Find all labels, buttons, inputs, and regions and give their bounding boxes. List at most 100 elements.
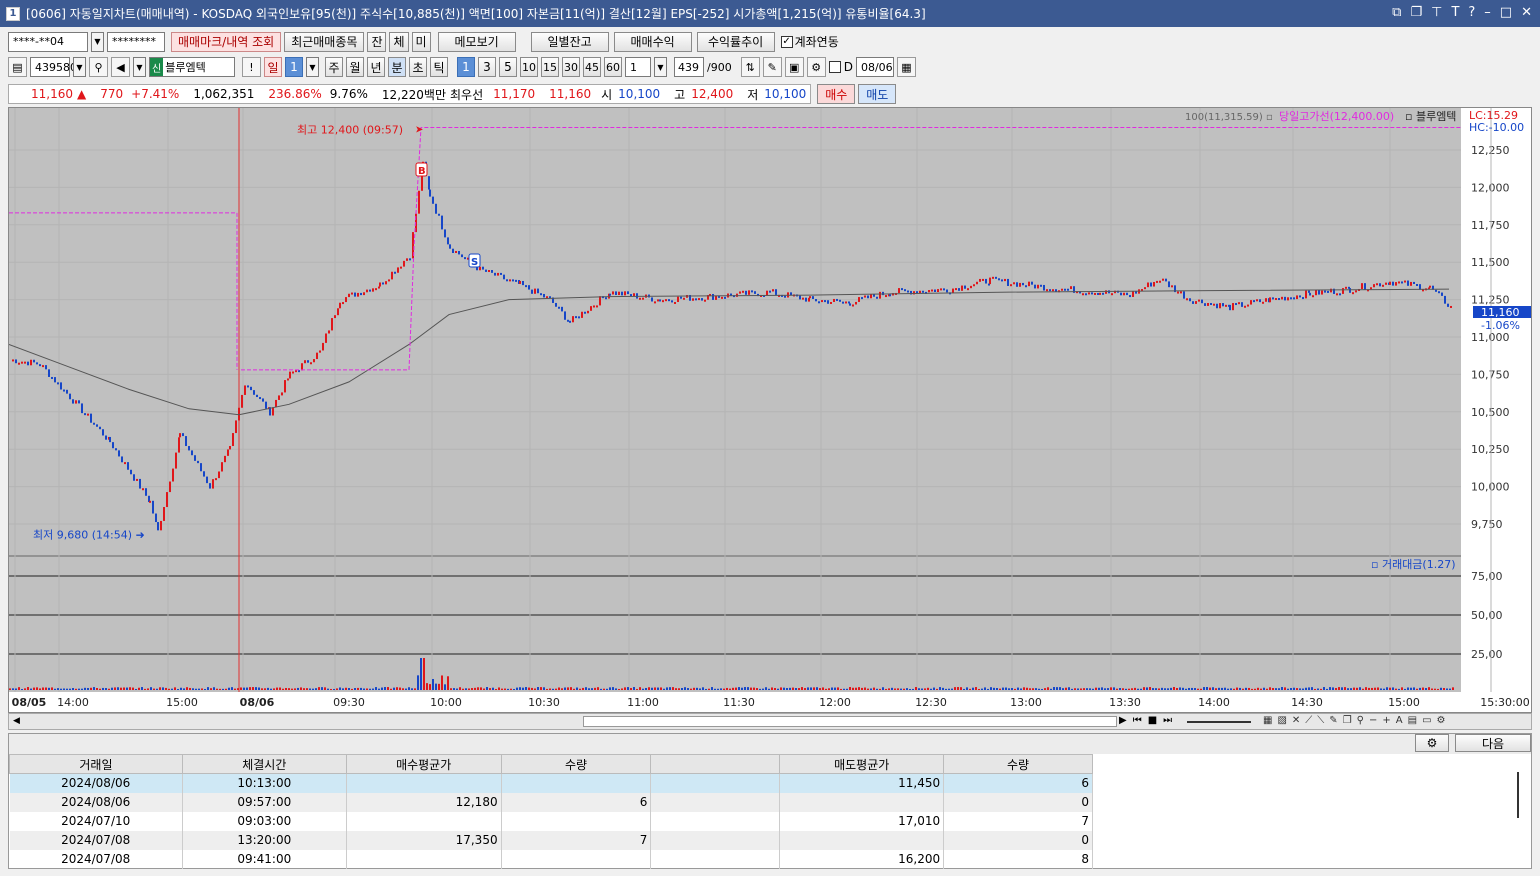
col-buy-avg[interactable]: 매수평균가 — [345, 754, 502, 774]
table-row[interactable]: 2024/07/10 09:03:00 17,010 7 — [9, 811, 1093, 831]
close-icon[interactable]: ✕ — [1521, 5, 1532, 20]
settings-small-icon[interactable]: ⚙ — [1437, 715, 1446, 726]
copy-window-icon[interactable]: ❐ — [1410, 5, 1422, 20]
d-checkbox[interactable] — [828, 61, 841, 73]
day-dropdown-icon[interactable]: ▼ — [306, 57, 319, 77]
interval-15[interactable]: 15 — [541, 57, 559, 77]
save-icon[interactable]: ▣ — [784, 57, 804, 77]
indicator-icon[interactable]: ⇅ — [740, 57, 760, 77]
interval-30[interactable]: 30 — [562, 57, 580, 77]
calendar-icon[interactable]: ▦ — [896, 57, 916, 77]
interval-45[interactable]: 45 — [583, 57, 601, 77]
period-week[interactable]: 주 — [325, 57, 343, 77]
forward-icon[interactable]: ⏭ — [1163, 715, 1172, 726]
table-row[interactable]: 2024/08/06 10:13:00 11,450 6 — [9, 773, 1093, 793]
interval-10[interactable]: 10 — [520, 57, 538, 77]
interval-input[interactable]: 1 — [625, 57, 651, 77]
window-icon[interactable]: ▭ — [1422, 715, 1431, 726]
maximize-icon[interactable]: □ — [1500, 5, 1512, 20]
help-icon[interactable]: ? — [1468, 5, 1475, 20]
next-button[interactable]: 다음 — [1455, 734, 1531, 752]
date-input[interactable]: 08/06 — [855, 57, 894, 77]
stock-code-input[interactable]: 439580 — [30, 57, 77, 77]
period-minute[interactable]: 분 — [388, 57, 406, 77]
stop-icon[interactable]: ■ — [1148, 715, 1157, 726]
recent-trades-button[interactable]: 최근매매종목 — [284, 31, 365, 52]
interval-dropdown-icon[interactable]: ▼ — [654, 57, 667, 77]
cell-exec-time: 09:41:00 — [182, 849, 347, 869]
zoom-slider[interactable] — [1187, 721, 1251, 723]
draw-icon[interactable]: ✎ — [1329, 715, 1337, 726]
trade-profit-button[interactable]: 매매수익 — [613, 31, 692, 52]
line-icon[interactable]: ⟍ — [1317, 715, 1324, 726]
interval-3[interactable]: 3 — [478, 57, 496, 77]
layout2-icon[interactable]: ▧ — [1277, 715, 1286, 726]
account-select[interactable]: ****-**04 — [8, 31, 88, 52]
speaker-dropdown-icon[interactable]: ▼ — [133, 57, 146, 77]
stock-name-box[interactable]: 신 블루엠텍 — [149, 57, 235, 77]
period-month[interactable]: 월 — [346, 57, 364, 77]
scroll-thumb[interactable] — [583, 716, 1117, 727]
table-row[interactable]: 2024/07/08 13:20:00 17,350 7 0 — [9, 830, 1093, 850]
zoom-in-icon[interactable]: + — [1382, 715, 1390, 726]
zoom-icon[interactable]: ⚲ — [1357, 715, 1364, 726]
scroll-right-icon[interactable]: ▶ — [1119, 715, 1127, 726]
executed-button[interactable]: 체 — [389, 31, 409, 52]
col-buy-qty[interactable]: 수량 — [500, 754, 652, 774]
sell-button[interactable]: 매도 — [858, 84, 897, 104]
cross-icon[interactable]: ✕ — [1292, 715, 1300, 726]
col-sell-avg[interactable]: 매도평균가 — [779, 754, 945, 774]
grid-icon[interactable]: ▤ — [1408, 715, 1417, 726]
app-icon[interactable]: 1 — [6, 6, 20, 21]
col-trade-date[interactable]: 거래일 — [9, 754, 183, 774]
minimize-icon[interactable]: – — [1484, 5, 1491, 20]
interval-5[interactable]: 5 — [499, 57, 517, 77]
col-exec-time[interactable]: 체결시간 — [181, 754, 347, 774]
text-icon[interactable]: A — [1396, 715, 1403, 726]
period-day[interactable]: 일 — [264, 57, 282, 77]
alert-button[interactable]: ! — [242, 57, 261, 77]
return-trend-button[interactable]: 수익률추이 — [696, 31, 775, 52]
chart-canvas[interactable]: 12,250 12,000 11,750 11,500 11,250 11,000 10,7… — [8, 108, 1531, 712]
pin-icon[interactable]: ⊤ — [1431, 5, 1442, 20]
account-link-checkbox[interactable]: ✓ 계좌연동 — [780, 33, 839, 50]
period-year[interactable]: 년 — [367, 57, 385, 77]
zoom-out-icon[interactable]: − — [1369, 715, 1377, 726]
data-count-input[interactable]: 439 — [674, 57, 704, 77]
price-chart[interactable]: 12,250 12,000 11,750 11,500 11,250 11,000 10,7… — [8, 107, 1532, 713]
password-field[interactable]: ******** — [107, 31, 165, 52]
table-scrollbar[interactable] — [1517, 772, 1519, 818]
table-row[interactable]: 2024/07/08 09:41:00 16,200 8 — [9, 849, 1093, 869]
tool-icon[interactable]: ✎ — [762, 57, 782, 77]
code-dropdown-icon[interactable]: ▼ — [73, 57, 86, 77]
checkbox-checked-icon[interactable]: ✓ — [780, 35, 793, 48]
scroll-left-icon[interactable]: ◀ — [13, 716, 20, 726]
link-icon[interactable]: ⧉ — [1392, 5, 1401, 20]
account-dropdown-icon[interactable]: ▼ — [91, 31, 104, 52]
chart-type-icon[interactable]: ▤ — [8, 57, 27, 77]
col-sell-qty[interactable]: 수량 — [943, 754, 1093, 774]
unexecuted-button[interactable]: 미 — [411, 31, 431, 52]
copy-icon[interactable]: ❐ — [1343, 715, 1352, 726]
table-row[interactable]: 2024/08/06 09:57:00 12,180 6 0 — [9, 792, 1093, 812]
table-settings-icon[interactable]: ⚙ — [1415, 734, 1449, 752]
search-icon[interactable]: ⚲ — [89, 57, 108, 77]
layout-icon[interactable]: ▦ — [1263, 715, 1272, 726]
candle — [136, 478, 138, 481]
font-icon[interactable]: T — [1451, 5, 1459, 20]
interval-60[interactable]: 60 — [604, 57, 622, 77]
period-second[interactable]: 초 — [409, 57, 427, 77]
interval-1[interactable]: 1 — [457, 57, 475, 77]
rewind-icon[interactable]: ⏮ — [1133, 715, 1142, 726]
memo-button[interactable]: 메모보기 — [437, 31, 516, 52]
balance-button[interactable]: 잔 — [367, 31, 387, 52]
trade-mark-button[interactable]: 매매마크/내역 조회 — [171, 31, 282, 52]
trend-icon[interactable]: ⟋ — [1305, 715, 1312, 726]
chart-scrollbar[interactable]: ◀ ▶ ⏮ ■ ⏭ ▦ ▧ ✕ ⟋ ⟍ ✎ ❐ ⚲ − + A ▤ ▭ ⚙ — [8, 713, 1532, 730]
buy-button[interactable]: 매수 — [817, 84, 856, 104]
gear-icon[interactable]: ⚙ — [806, 57, 826, 77]
period-day-count[interactable]: 1 — [285, 57, 303, 77]
period-tick[interactable]: 틱 — [430, 57, 448, 77]
daily-balance-button[interactable]: 일별잔고 — [530, 31, 609, 52]
speaker-icon[interactable]: ◀ — [111, 57, 130, 77]
